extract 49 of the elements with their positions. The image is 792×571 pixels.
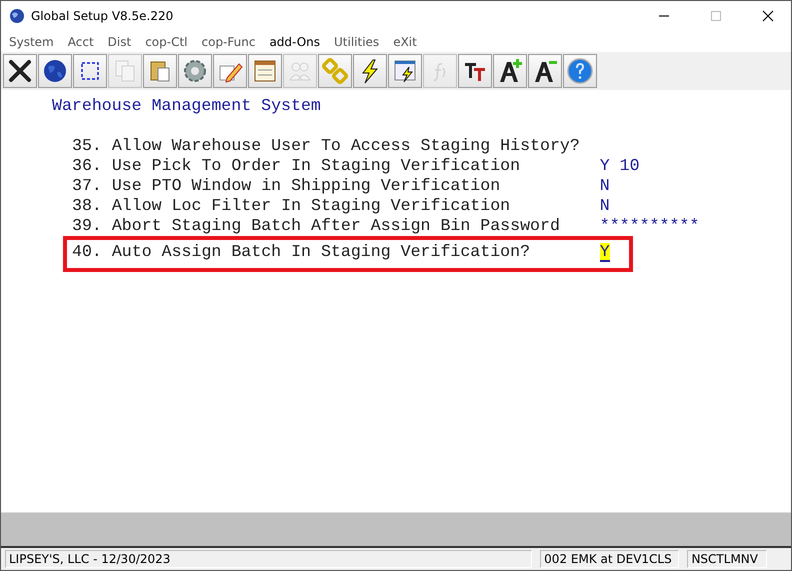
option-number: 39. [72,216,103,236]
toolbar-button[interactable] [3,54,37,88]
status-pane: NSCTLMNV [687,550,768,568]
menu-item[interactable]: eXit [389,34,421,48]
menu-item[interactable]: System [5,34,58,48]
toolbar-button[interactable] [458,54,492,88]
close-icon[interactable] [762,10,774,22]
status-pane: 002 EMK at DEV1CLS [540,550,680,568]
option-label: Allow Warehouse User To Access Staging History? [112,136,581,156]
option-number: 40. [72,242,103,262]
option-number: 36. [72,156,103,176]
chain-icon [322,58,348,84]
toolbar-button[interactable] [388,54,422,88]
menu-item[interactable]: cop-Ctl [141,34,192,48]
close-icon [7,58,33,84]
option-value: ********** [600,216,700,236]
menu-item[interactable]: cop-Func [198,34,260,48]
screen-title: Warehouse Management System [52,96,322,116]
toolbar-button[interactable] [528,54,562,88]
form-icon [252,58,278,84]
toolbar-button[interactable] [353,54,387,88]
menu-item[interactable]: Dist [104,34,136,48]
globe-icon [42,58,68,84]
increase-font-icon [497,58,523,84]
help-icon [567,58,593,84]
option-number: 37. [72,176,103,196]
menu-item[interactable]: add-Ons [265,34,324,48]
option-label: Use PTO Window in Shipping Verification [112,176,502,196]
option-label: Use Pick To Order In Staging Verification [112,156,522,176]
window-title: Global Setup V8.5e.220 [31,9,174,23]
option-label: Allow Loc Filter In Staging Verification [112,196,512,216]
option-value: N [600,196,610,216]
toolbar-button[interactable] [38,54,72,88]
globe-icon [9,8,25,24]
option-number: 38. [72,196,103,216]
option-label: Abort Staging Batch After Assign Bin Password [112,216,561,236]
toolbar-button[interactable] [493,54,527,88]
menu-item[interactable]: Acct [64,34,98,48]
window-lightning-icon [392,58,418,84]
status-pane: LIPSEY'S, LLC - 12/30/2023 [5,550,532,568]
menu-item[interactable]: Utilities [330,34,384,48]
decrease-font-icon [532,58,558,84]
toolbar-button[interactable] [73,54,107,88]
option-value: N [600,176,610,196]
option-value: Y 10 [600,156,640,176]
option-label: Auto Assign Batch In Staging Verification? [112,242,532,262]
option-value: Y [600,242,610,262]
gear-icon [182,58,208,84]
option-number: 35. [72,136,103,156]
